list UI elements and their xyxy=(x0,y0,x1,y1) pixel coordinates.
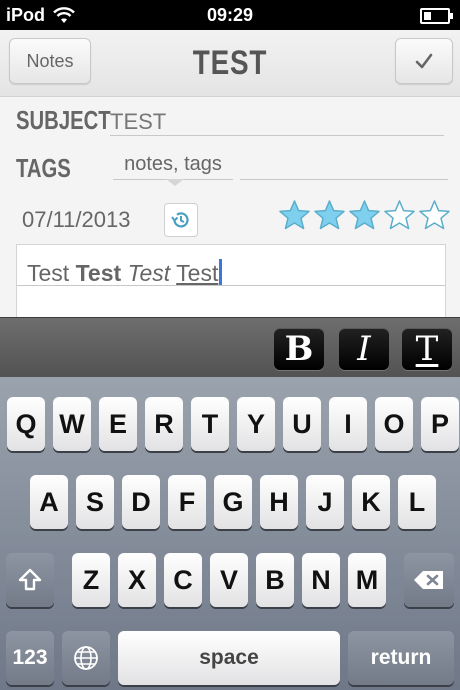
backspace-icon xyxy=(414,571,443,589)
key-w[interactable]: W xyxy=(53,397,91,451)
italic-text: Test xyxy=(127,260,171,286)
rating-stars[interactable] xyxy=(278,199,451,231)
return-key[interactable]: return xyxy=(348,631,454,685)
key-p[interactable]: P xyxy=(421,397,459,451)
tags-field[interactable]: notes, tags xyxy=(113,153,233,180)
star-empty-icon[interactable] xyxy=(418,199,451,232)
key-i[interactable]: I xyxy=(329,397,367,451)
key-d[interactable]: D xyxy=(122,475,160,529)
underlined-text: Test xyxy=(176,260,219,286)
key-e[interactable]: E xyxy=(99,397,137,451)
keyboard: Q W E R T Y U I O P A S D F G H J K L Z X C V B N M 123 space return xyxy=(0,377,460,690)
key-n[interactable]: N xyxy=(302,553,340,607)
done-button[interactable] xyxy=(395,38,453,84)
checkmark-icon xyxy=(415,53,433,69)
star-filled-icon[interactable] xyxy=(348,199,381,232)
history-icon xyxy=(171,212,189,228)
clock: 09:29 xyxy=(206,5,254,25)
key-g[interactable]: G xyxy=(214,475,252,529)
key-u[interactable]: U xyxy=(283,397,321,451)
italic-button[interactable]: I xyxy=(339,328,389,370)
key-q[interactable]: Q xyxy=(7,397,45,451)
key-h[interactable]: H xyxy=(260,475,298,529)
key-j[interactable]: J xyxy=(306,475,344,529)
bold-text: Test xyxy=(75,260,122,286)
key-l[interactable]: L xyxy=(398,475,436,529)
tags-notch xyxy=(166,179,184,186)
body-text-line[interactable]: Test Test Test Test xyxy=(27,259,223,287)
text-cursor xyxy=(219,259,223,285)
navigation-bar: Notes TEST xyxy=(0,30,460,97)
key-c[interactable]: C xyxy=(164,553,202,607)
history-button[interactable] xyxy=(164,203,198,237)
note-body-editor[interactable]: Test Test Test Test xyxy=(16,244,446,319)
plain-text: Test xyxy=(27,260,70,286)
tags-label: TAGS xyxy=(16,153,71,183)
shift-key[interactable] xyxy=(6,553,54,607)
key-a[interactable]: A xyxy=(30,475,68,529)
bold-button[interactable]: B xyxy=(274,328,324,370)
battery-icon xyxy=(420,8,453,24)
status-bar: iPod 09:29 xyxy=(0,0,460,30)
star-empty-icon[interactable] xyxy=(383,199,416,232)
key-z[interactable]: Z xyxy=(72,553,110,607)
key-k[interactable]: K xyxy=(352,475,390,529)
body-line-separator xyxy=(17,285,445,286)
date-label: 07/11/2013 xyxy=(22,207,131,232)
underline-button[interactable]: T xyxy=(402,328,452,370)
key-m[interactable]: M xyxy=(348,553,386,607)
numbers-key[interactable]: 123 xyxy=(6,631,54,685)
globe-icon xyxy=(74,646,98,670)
subject-field[interactable]: TEST xyxy=(110,109,444,136)
shift-icon xyxy=(18,568,42,591)
key-s[interactable]: S xyxy=(76,475,114,529)
star-filled-icon[interactable] xyxy=(313,199,346,232)
key-f[interactable]: F xyxy=(168,475,206,529)
space-key[interactable]: space xyxy=(118,631,340,685)
key-b[interactable]: B xyxy=(256,553,294,607)
backspace-key[interactable] xyxy=(404,553,454,607)
globe-key[interactable] xyxy=(62,631,110,685)
key-r[interactable]: R xyxy=(145,397,183,451)
key-x[interactable]: X xyxy=(118,553,156,607)
key-o[interactable]: O xyxy=(375,397,413,451)
key-y[interactable]: Y xyxy=(237,397,275,451)
tags-underline xyxy=(240,179,448,180)
format-toolbar: B I T xyxy=(0,317,460,378)
subject-label: SUBJECT xyxy=(16,105,111,135)
key-t[interactable]: T xyxy=(191,397,229,451)
note-title: TEST xyxy=(192,44,268,82)
star-filled-icon[interactable] xyxy=(278,199,311,232)
key-v[interactable]: V xyxy=(210,553,248,607)
